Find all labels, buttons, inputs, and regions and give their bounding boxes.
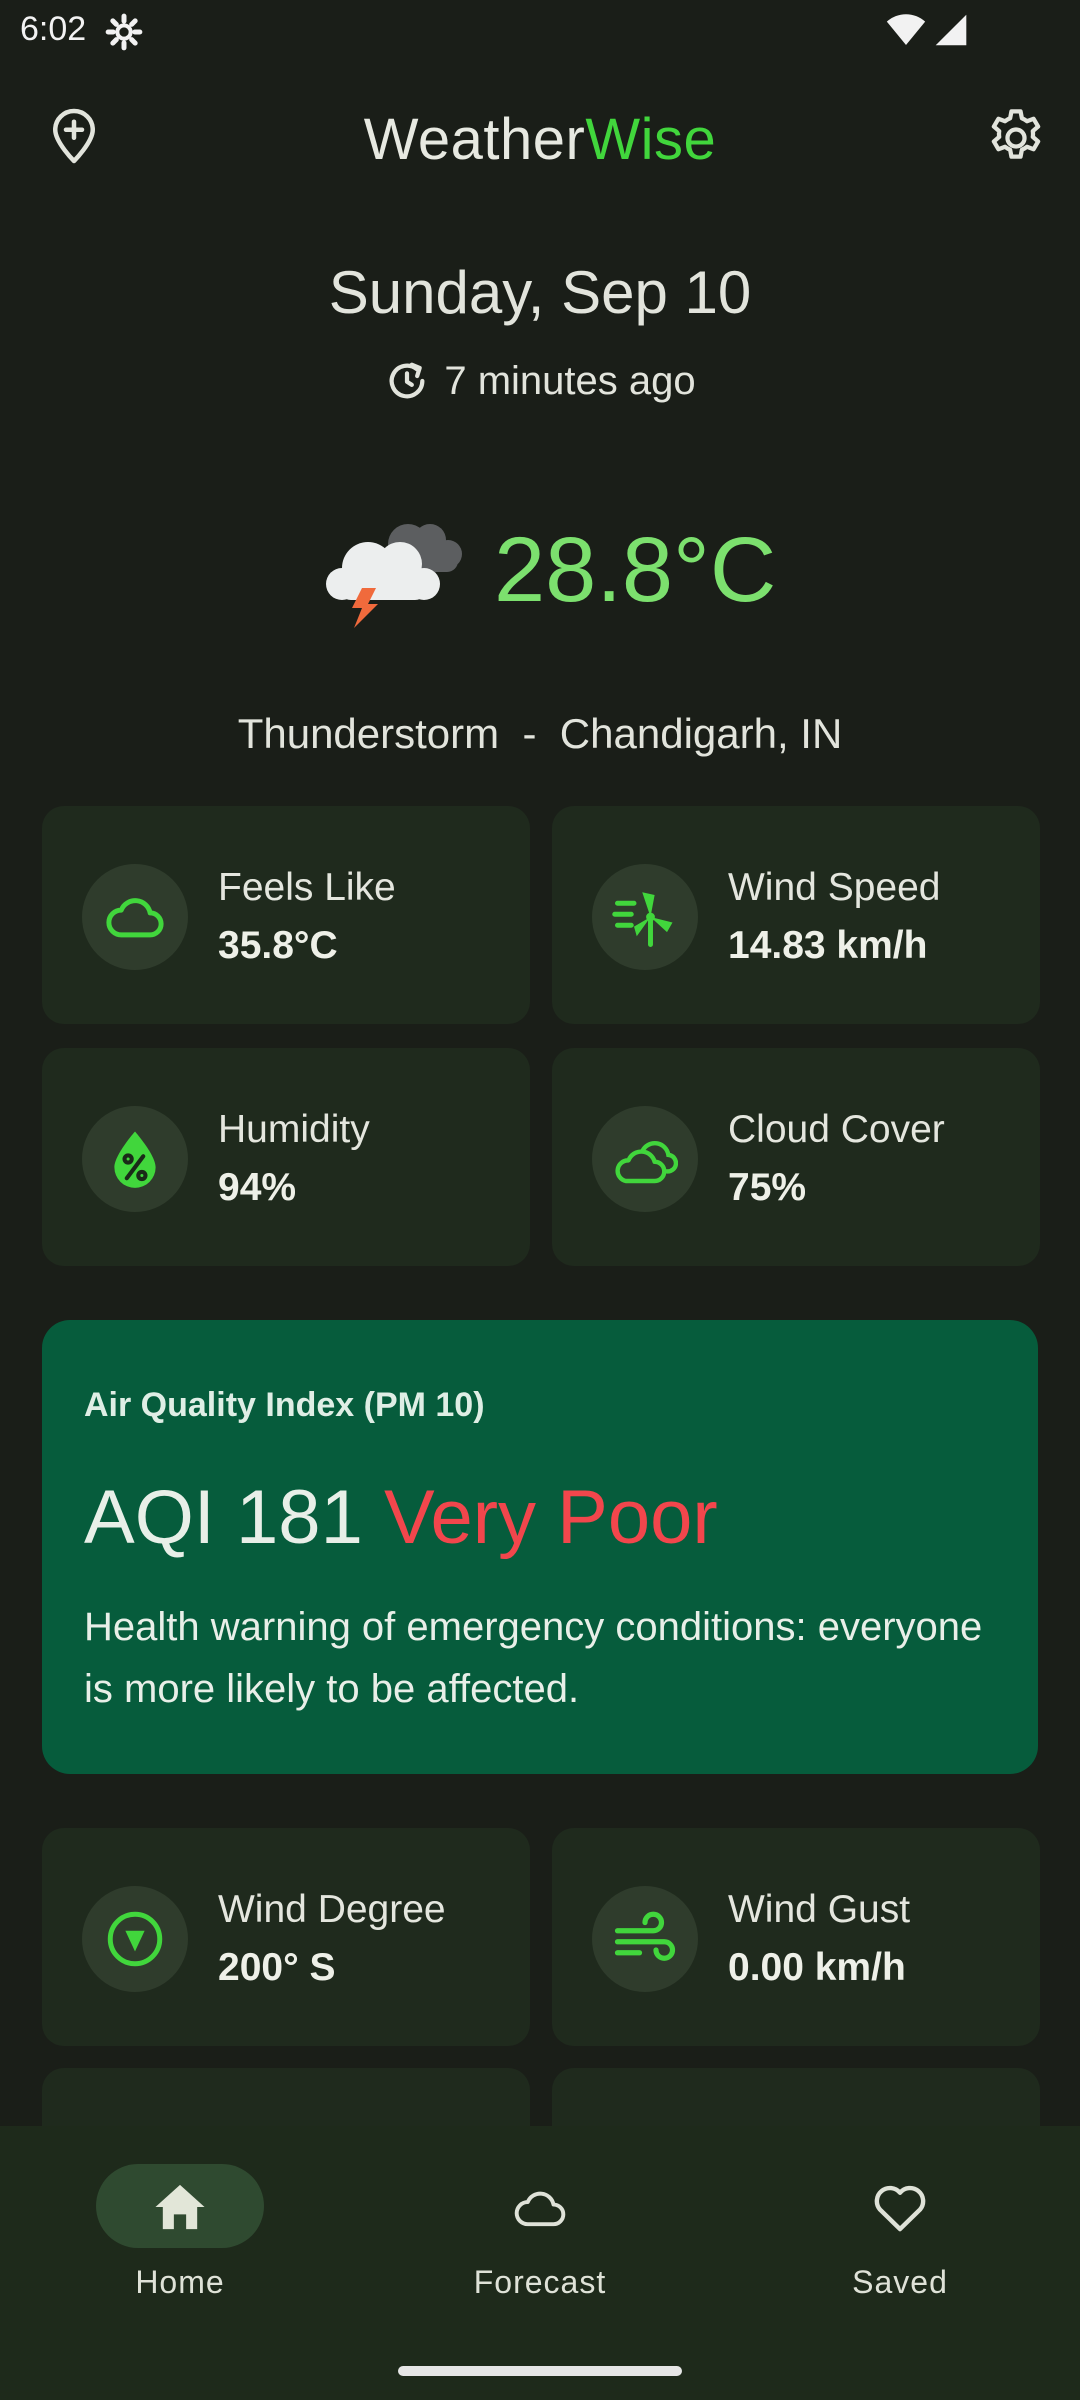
app-title: WeatherWise	[0, 106, 1080, 173]
card-wind-degree: Wind Degree 200° S	[42, 1828, 530, 2046]
card-cloud-cover: Cloud Cover 75%	[552, 1048, 1040, 1266]
card-wind-speed: Wind Speed 14.83 km/h	[552, 806, 1040, 1024]
nav-label: Home	[135, 2264, 225, 2300]
card-icon-bg	[592, 1106, 698, 1212]
aqi-level: Very Poor	[383, 1475, 718, 1560]
home-icon	[155, 2184, 205, 2230]
wind-gust-icon	[614, 1911, 676, 1961]
card-value: 94%	[218, 1166, 297, 1209]
card-value: 75%	[728, 1166, 807, 1209]
temperature: 28.8°C	[494, 519, 777, 621]
nav-label: Forecast	[473, 2264, 607, 2300]
aqi-title: Air Quality Index (PM 10)	[84, 1386, 485, 1424]
card-label: Wind Degree	[218, 1888, 446, 1931]
card-icon-bg	[82, 1106, 188, 1212]
card-label: Feels Like	[218, 866, 396, 909]
last-updated: 7 minutes ago	[0, 358, 1080, 404]
card-icon-bg	[82, 864, 188, 970]
condition-location: Thunderstorm - Chandigarh, IN	[0, 710, 1080, 758]
card-icon-bg	[592, 1886, 698, 1992]
settings-icon[interactable]	[984, 106, 1048, 170]
heart-icon	[874, 2185, 926, 2232]
card-label: Cloud Cover	[728, 1108, 945, 1151]
card-value: 200° S	[218, 1946, 336, 1989]
gesture-home-indicator[interactable]	[398, 2366, 682, 2376]
aqi-description: Health warning of emergency conditions: …	[84, 1605, 983, 1711]
card-wind-gust: Wind Gust 0.00 km/h	[552, 1828, 1040, 2046]
card-humidity: Humidity 94%	[42, 1048, 530, 1266]
nav-home[interactable]: Home	[30, 2164, 330, 2314]
current-date: Sunday, Sep 10	[328, 259, 752, 326]
aqi-summary: AQI 181 Very Poor	[84, 1474, 718, 1561]
wind-turbine-icon	[612, 892, 673, 947]
bottom-navigation: Home Forecast Saved	[0, 2126, 1080, 2400]
compass-icon	[107, 1911, 163, 1967]
card-label: Wind Gust	[728, 1888, 911, 1931]
status-bar: 6:02	[0, 0, 1080, 64]
top-app-bar: WeatherWise	[0, 96, 1080, 186]
status-time: 6:02	[20, 10, 87, 48]
cell-signal-icon	[935, 14, 967, 46]
refresh-clock-icon	[389, 362, 425, 399]
cloud-icon	[106, 898, 164, 938]
humidity-drop-icon	[114, 1131, 156, 1188]
app-title-part2: Wise	[585, 107, 717, 172]
card-feels-like: Feels Like 35.8°C	[42, 806, 530, 1024]
thunderstorm-cloud-icon	[326, 524, 462, 628]
gear-icon	[105, 13, 143, 51]
last-updated-text: 7 minutes ago	[444, 358, 696, 403]
card-value: 35.8°C	[218, 924, 338, 967]
clouds-icon	[615, 1141, 678, 1184]
aqi-card: Air Quality Index (PM 10) AQI 181 Very P…	[42, 1320, 1038, 1774]
card-label: Humidity	[218, 1108, 370, 1151]
condition-location-text: Thunderstorm - Chandigarh, IN	[237, 710, 843, 757]
card-value: 14.83 km/h	[728, 924, 928, 967]
card-label: Wind Speed	[728, 866, 941, 909]
nav-label: Saved	[852, 2264, 948, 2300]
nav-saved[interactable]: Saved	[750, 2164, 1050, 2314]
card-value: 0.00 km/h	[728, 1946, 906, 1989]
aqi-value: AQI 181	[84, 1475, 363, 1560]
card-icon-bg	[592, 864, 698, 970]
wifi-icon	[886, 14, 926, 45]
cloud-icon	[514, 2191, 566, 2227]
app-title-part1: Weather	[363, 107, 586, 172]
nav-forecast[interactable]: Forecast	[390, 2164, 690, 2314]
card-icon-bg	[82, 1886, 188, 1992]
